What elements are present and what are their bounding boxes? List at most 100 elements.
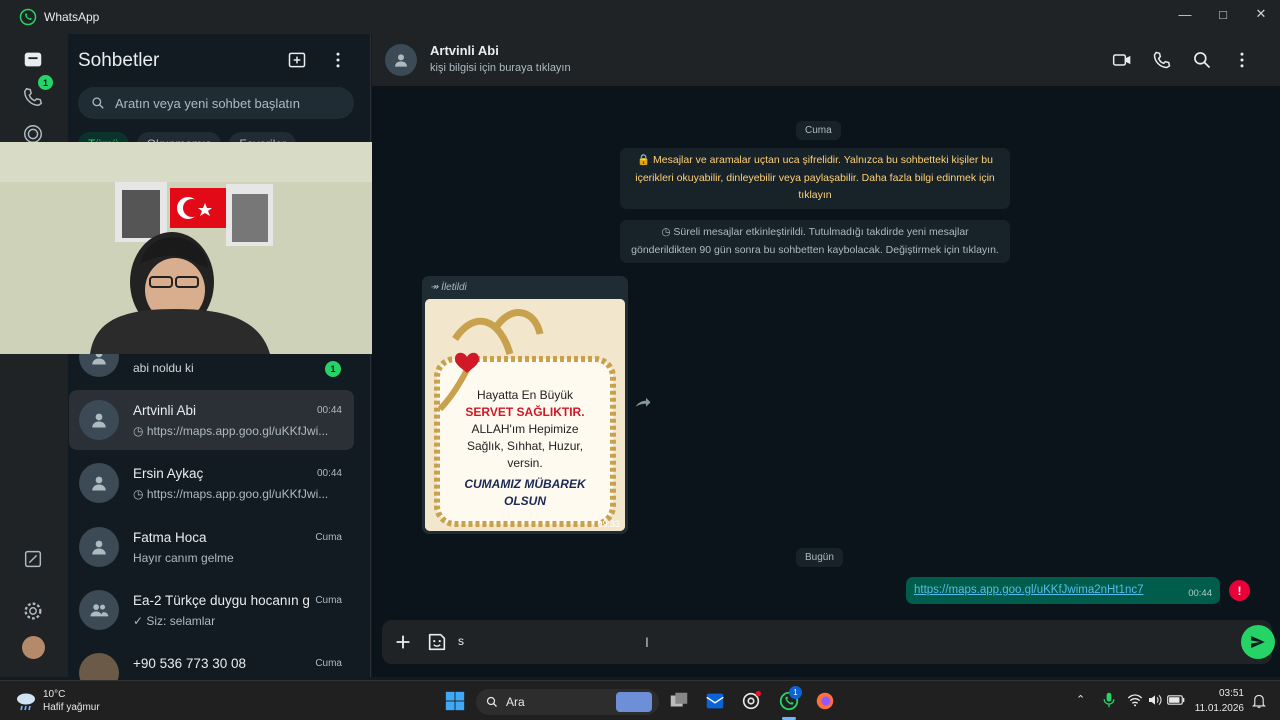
forwarded-text: İletildi xyxy=(441,282,467,293)
greeting-line: Hayatta En Büyük xyxy=(476,388,574,402)
tray-chevron-icon[interactable]: ⌃ xyxy=(1076,693,1085,706)
outlook-icon[interactable] xyxy=(704,690,726,712)
greeting-line: versin. xyxy=(507,456,543,470)
message-input[interactable]: s xyxy=(458,634,464,648)
send-icon xyxy=(1251,636,1265,648)
contact-subtitle: kişi bilgisi için buraya tıklayın xyxy=(430,62,571,74)
nav-rail: 1 xyxy=(0,34,68,677)
wifi-icon[interactable] xyxy=(1127,693,1143,707)
greeting-image[interactable]: Hayatta En Büyük SERVET SAĞLIKTIR. ALLAH… xyxy=(425,299,625,531)
battery-icon[interactable] xyxy=(1167,694,1185,706)
chat-preview-text: https://maps.app.goo.gl/uKKfJwi... xyxy=(146,487,329,501)
group-icon xyxy=(90,604,109,617)
profile-avatar[interactable] xyxy=(22,636,45,659)
weather-temperature[interactable]: 10°C xyxy=(43,689,65,700)
whatsapp-logo-icon xyxy=(19,8,37,26)
taskbar-search-label: Ara xyxy=(506,695,525,709)
firefox-icon[interactable] xyxy=(814,690,836,712)
taskbar-search[interactable]: Ara xyxy=(476,689,659,715)
conversation-header[interactable]: Artvinli Abi kişi bilgisi için buraya tı… xyxy=(372,34,1280,86)
chat-name: Ea-2 Türkçe duygu hocanın g... xyxy=(133,593,309,608)
chatgpt-icon[interactable] xyxy=(740,690,762,712)
taskbar-clock[interactable]: 03:51 xyxy=(1192,688,1244,699)
chat-name: Artvinli Abi xyxy=(133,403,197,418)
whatsapp-taskbar-badge: 1 xyxy=(789,686,802,699)
chat-list-item-selected[interactable]: Artvinli Abi 00:44 ◷ https://maps.app.go… xyxy=(69,390,354,450)
chat-preview-text: https://maps.app.goo.gl/uKKfJwi... xyxy=(146,424,329,438)
unread-badge: 1 xyxy=(325,361,341,377)
date-divider: Cuma xyxy=(796,121,841,140)
contact-avatar[interactable] xyxy=(385,44,417,76)
search-icon xyxy=(92,97,104,109)
chat-time: Cuma xyxy=(315,532,342,543)
clock-icon: ◷ xyxy=(133,487,147,501)
outgoing-message[interactable]: https://maps.app.goo.gl/uKKfJwima2nHt1nc… xyxy=(906,577,1220,604)
emoji-sticker-icon[interactable] xyxy=(426,631,448,653)
calls-icon[interactable] xyxy=(22,86,44,108)
disappearing-messages-notice[interactable]: ◷ Süreli mesajlar etkinleştirildi. Tutul… xyxy=(620,220,1010,263)
person-icon xyxy=(395,54,407,67)
webcam-overlay xyxy=(0,142,377,354)
chat-preview: ✓ Siz: selamlar xyxy=(133,614,216,628)
forwarded-label: ↠ İletildi xyxy=(430,282,467,293)
greeting-line: CUMAMIZ MÜBAREK xyxy=(464,477,586,491)
send-button[interactable] xyxy=(1241,625,1275,659)
taskbar-search-icon xyxy=(486,696,497,707)
chat-preview: ◷ https://maps.app.goo.gl/uKKfJwi... xyxy=(133,487,328,501)
chat-list-item[interactable]: Ea-2 Türkçe duygu hocanın g... Cuma ✓ Si… xyxy=(69,580,354,640)
maps-link[interactable]: https://maps.app.goo.gl/uKKfJwima2nHt1nc… xyxy=(914,584,1144,596)
chat-list-item[interactable]: Ersin Aykaç 00:44 ◷ https://maps.app.goo… xyxy=(69,453,354,513)
greeting-line: Sağlık, Sıhhat, Huzur, xyxy=(466,439,584,453)
close-window-button[interactable]: ✕ xyxy=(1242,0,1280,28)
windows-taskbar: 10°C Hafif yağmur Ara 1 ⌃ 03:51 11.01.20… xyxy=(0,680,1280,720)
search-highlight-image xyxy=(616,692,652,712)
volume-icon[interactable] xyxy=(1147,693,1163,707)
chats-heading: Sohbetler xyxy=(78,50,160,71)
title-bar: WhatsApp — □ ✕ xyxy=(0,0,1280,34)
weather-rain-icon[interactable] xyxy=(14,690,38,712)
chat-name: +90 536 773 30 08 xyxy=(133,656,246,671)
notification-bell-icon[interactable] xyxy=(1252,693,1266,709)
chat-time: Cuma xyxy=(315,658,342,669)
maximize-button[interactable]: □ xyxy=(1204,0,1242,28)
forwarded-image-message[interactable]: ↠ İletildi Hayatta En Büyük SERVET SAĞLI… xyxy=(422,276,628,534)
send-failed-icon[interactable]: ! xyxy=(1229,580,1250,601)
search-in-chat-icon[interactable] xyxy=(1192,50,1212,70)
attach-plus-icon[interactable] xyxy=(392,631,414,653)
microphone-icon[interactable] xyxy=(1102,692,1116,708)
text-cursor-icon: I xyxy=(645,634,649,650)
forward-icon: ↠ xyxy=(430,282,442,293)
chat-preview: Hayır canım gelme xyxy=(133,551,234,565)
task-view-icon[interactable] xyxy=(668,690,690,712)
message-time: 00:44 xyxy=(1188,588,1212,599)
greeting-text: Hayatta En Büyük SERVET SAĞLIKTIR. ALLAH… xyxy=(425,387,625,510)
encryption-notice[interactable]: 🔒 Mesajlar ve aramalar uçtan uca şifreli… xyxy=(620,148,1010,209)
chat-menu-icon[interactable] xyxy=(1232,50,1252,70)
minimize-button[interactable]: — xyxy=(1166,0,1204,28)
menu-dots-icon[interactable] xyxy=(328,50,348,70)
video-call-icon[interactable] xyxy=(1112,50,1132,70)
chat-list-item[interactable]: Fatma Hoca Cuma Hayır canım gelme xyxy=(69,517,354,577)
chat-list-panel: Sohbetler Aratın veya yeni sohbet başlat… xyxy=(68,34,371,693)
contact-name: Artvinli Abi xyxy=(430,43,499,58)
voice-call-icon[interactable] xyxy=(1152,50,1172,70)
chats-icon[interactable] xyxy=(22,49,44,71)
taskbar-date[interactable]: 11.01.2026 xyxy=(1192,703,1244,714)
new-chat-icon[interactable] xyxy=(287,50,307,70)
contact-avatar xyxy=(79,400,119,440)
chat-preview: abi noldu ki xyxy=(133,361,194,375)
chat-name: Ersin Aykaç xyxy=(133,466,204,481)
group-avatar xyxy=(79,590,119,630)
clock-icon: ◷ xyxy=(133,424,147,438)
edit-icon[interactable] xyxy=(22,548,44,570)
windows-start-icon[interactable] xyxy=(444,690,466,712)
person-icon xyxy=(92,413,106,428)
contact-avatar xyxy=(79,463,119,503)
conversation-panel: Artvinli Abi kişi bilgisi için buraya tı… xyxy=(372,34,1280,677)
search-bar[interactable]: Aratın veya yeni sohbet başlatın xyxy=(78,87,354,119)
chat-time: Cuma xyxy=(315,595,342,606)
contact-avatar xyxy=(79,527,119,567)
forward-share-icon[interactable] xyxy=(634,396,652,410)
settings-icon[interactable] xyxy=(22,600,44,622)
weather-description[interactable]: Hafif yağmur xyxy=(43,702,100,713)
